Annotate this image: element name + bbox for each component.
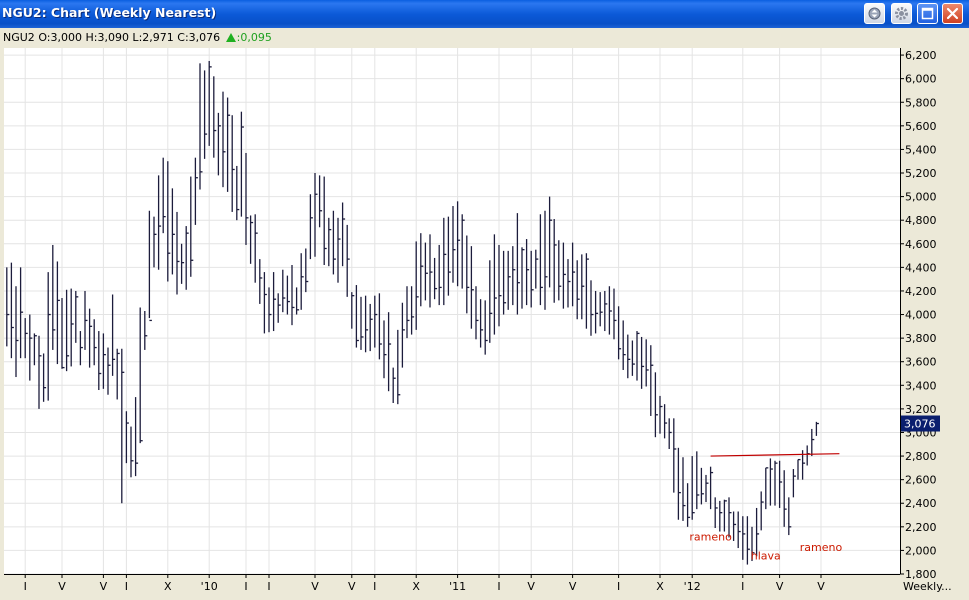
y-tick-label: 2,600 bbox=[905, 474, 937, 487]
maximize-button[interactable] bbox=[917, 3, 938, 24]
maximize-icon bbox=[921, 7, 934, 20]
x-tick-label: V bbox=[100, 580, 108, 593]
y-tick-label: 4,800 bbox=[905, 214, 937, 227]
quote-ohlc: O:3,000 H:3,090 L:2,971 C:3,076 bbox=[38, 31, 221, 44]
price-chart[interactable]: 6,200 6,000 5,800 5,600 5,400 5,200 5,000 4,800… bbox=[0, 46, 969, 600]
x-tick-label: I bbox=[244, 580, 247, 593]
x-tick-label: I bbox=[24, 580, 27, 593]
window-titlebar[interactable]: NGU2: Chart (Weekly Nearest) bbox=[0, 0, 969, 28]
close-button[interactable] bbox=[942, 3, 963, 24]
y-tick-label: 2,000 bbox=[905, 544, 937, 557]
y-tick-label: 5,600 bbox=[905, 120, 937, 133]
y-tick-label: 3,200 bbox=[905, 403, 937, 416]
up-arrow-icon bbox=[225, 33, 236, 42]
x-tick-label: I bbox=[617, 580, 620, 593]
y-tick-label: 6,200 bbox=[905, 49, 937, 62]
quote-change: :0,095 bbox=[236, 31, 272, 44]
period-label: Weekly... bbox=[903, 580, 952, 593]
last-price-label: 3,076 bbox=[904, 418, 936, 431]
y-tick-label: 4,000 bbox=[905, 309, 937, 322]
y-tick-label: 3,400 bbox=[905, 379, 937, 392]
x-tick-label: I bbox=[267, 580, 270, 593]
x-tick-label: V bbox=[776, 580, 784, 593]
x-tick-label: V bbox=[527, 580, 535, 593]
x-tick-label: V bbox=[817, 580, 825, 593]
x-tick-label: X bbox=[164, 580, 172, 593]
x-tick-label: '12 bbox=[684, 580, 701, 593]
y-tick-label: 5,400 bbox=[905, 143, 937, 156]
y-tick-label: 2,200 bbox=[905, 521, 937, 534]
x-tick-label: V bbox=[569, 580, 577, 593]
quote-symbol: NGU2 bbox=[3, 31, 35, 44]
x-tick-label: V bbox=[58, 580, 66, 593]
y-tick-label: 3,600 bbox=[905, 356, 937, 369]
y-tick-label: 2,800 bbox=[905, 450, 937, 463]
x-tick-label: '10 bbox=[201, 580, 218, 593]
x-tick-label: I bbox=[497, 580, 500, 593]
x-tick-label: I bbox=[741, 580, 744, 593]
y-tick-label: 2,400 bbox=[905, 497, 937, 510]
y-tick-label: 5,000 bbox=[905, 191, 937, 204]
scroll-icon bbox=[868, 7, 881, 20]
pattern-annotation: hlava bbox=[751, 549, 781, 562]
x-tick-label: X bbox=[412, 580, 420, 593]
window-title: NGU2: Chart (Weekly Nearest) bbox=[2, 5, 217, 20]
y-tick-label: 5,800 bbox=[905, 96, 937, 109]
gear-icon bbox=[895, 7, 908, 20]
pattern-annotation: rameno bbox=[689, 530, 732, 543]
x-tick-label: V bbox=[311, 580, 319, 593]
y-tick-label: 4,600 bbox=[905, 238, 937, 251]
quote-line: NGU2 O:3,000 H:3,090 L:2,971 C:3,076 :0,… bbox=[3, 31, 272, 44]
y-tick-label: 3,800 bbox=[905, 332, 937, 345]
x-tick-label: V bbox=[348, 580, 356, 593]
close-icon bbox=[946, 7, 959, 20]
x-tick-label: I bbox=[373, 580, 376, 593]
pattern-annotation: rameno bbox=[800, 541, 843, 554]
x-tick-label: X bbox=[656, 580, 664, 593]
scroll-button[interactable] bbox=[864, 3, 885, 24]
y-tick-label: 6,000 bbox=[905, 73, 937, 86]
y-tick-label: 4,200 bbox=[905, 285, 937, 298]
x-tick-label: I bbox=[125, 580, 128, 593]
y-tick-label: 5,200 bbox=[905, 167, 937, 180]
chart-area[interactable]: 6,200 6,000 5,800 5,600 5,400 5,200 5,000 4,800… bbox=[0, 46, 969, 600]
x-tick-label: '11 bbox=[449, 580, 466, 593]
quote-bar: NGU2 O:3,000 H:3,090 L:2,971 C:3,076 :0,… bbox=[0, 28, 969, 47]
settings-button[interactable] bbox=[891, 3, 912, 24]
y-tick-label: 4,400 bbox=[905, 261, 937, 274]
